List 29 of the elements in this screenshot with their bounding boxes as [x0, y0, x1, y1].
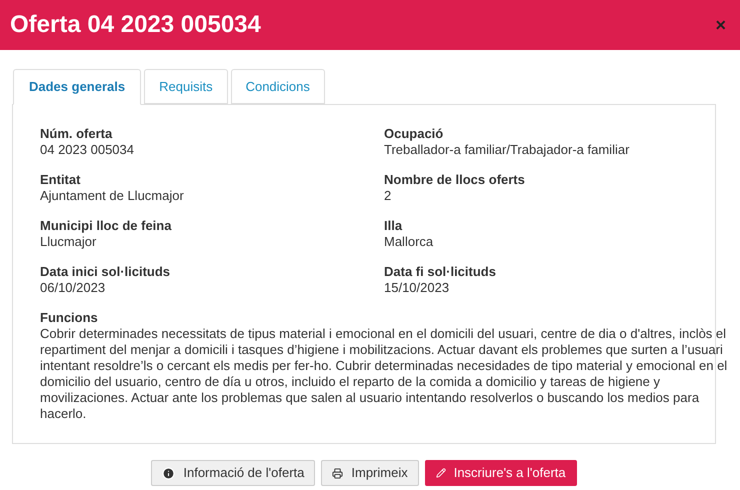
action-button[interactable]: Imprimeix: [321, 460, 419, 486]
field-value: 15/10/2023: [384, 280, 450, 296]
field-label: Entitat: [40, 172, 82, 188]
field-value: 06/10/2023: [40, 280, 106, 296]
close-button[interactable]: ×: [715, 12, 726, 38]
field-label: Illa: [384, 218, 404, 234]
field-value: Treballador-a familiar/Trabajador-a familiar: [384, 142, 630, 158]
field-label: Núm. oferta: [40, 126, 114, 142]
action-button[interactable]: Informació de l'oferta: [151, 460, 316, 486]
field-label: Nombre de llocs oferts: [384, 172, 526, 188]
field-label: Municipi lloc de feina: [40, 218, 172, 234]
field-value: 2: [384, 188, 392, 204]
field-value: Mallorca: [384, 234, 434, 250]
tab[interactable]: Dades generals: [13, 69, 142, 105]
action-button[interactable]: Inscriure's a l'oferta: [424, 460, 577, 486]
field-label: Ocupació: [384, 126, 444, 142]
field-value: Llucmajor: [40, 234, 98, 250]
field-value: 04 2023 005034: [40, 142, 135, 158]
field-label: Data fi sol·licituds: [384, 264, 497, 280]
functions-text: Cobrir determinades necessitats de tipus material i emocional en el domicili del usuari, centre de dia o d'altres, inclòs el repartiment del menjar a domicili i tasques d’higiene i mobilitzacions. Actuar davant els problemes que surten a l’usuari intentant resoldre’ls o cercant els medis per fer-ho. Cubrir determinadas necesidades de tipo material y emocional en el domicilio del usuario, centro de día u otros, incluido el reparto de la comida a domicilio y tareas de higiene y movilizaciones. Actuar ante los problemas que salen al usuario intentando resolverlos o buscando los medios para hacerlo.: [40, 326, 728, 422]
tab[interactable]: Requisits: [144, 69, 228, 104]
field-label: Data inici sol·licituds: [40, 264, 172, 280]
printer-icon: [332, 468, 344, 478]
tab[interactable]: Condicions: [230, 69, 325, 104]
info-icon: [162, 466, 176, 480]
window-title: Oferta 04 2023 005034: [10, 10, 261, 40]
field-value: Ajuntament de Llucmajor: [40, 188, 185, 204]
pencil-icon: [436, 468, 446, 478]
field-label: Funcions: [40, 310, 99, 326]
